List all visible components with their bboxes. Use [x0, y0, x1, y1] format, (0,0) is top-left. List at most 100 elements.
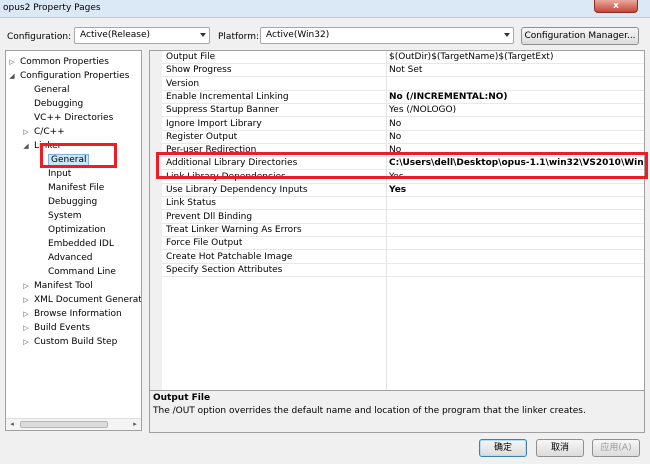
tree-item-vc-directories[interactable]: VC++ Directories — [34, 111, 113, 125]
close-button[interactable]: x — [594, 0, 638, 13]
ok-button[interactable]: 确定 — [479, 439, 527, 457]
property-name: Output File — [166, 52, 216, 62]
expander-icon[interactable]: ▷ — [22, 321, 30, 335]
tree-item-label: Optimization — [48, 225, 106, 235]
tree-item-label: Embedded IDL — [48, 239, 114, 249]
property-row[interactable]: Enable Incremental Linking No (/INCREMENT… — [162, 91, 644, 104]
property-pages-dialog: Configuration: Active(Release) Platform:… — [0, 18, 650, 464]
description-title: Output File — [153, 393, 211, 403]
expander-icon[interactable]: ▷ — [22, 125, 30, 139]
configuration-dropdown[interactable]: Active(Release) — [74, 27, 210, 44]
tree-item-linker-embedded-idl[interactable]: Embedded IDL — [48, 237, 114, 251]
property-row[interactable]: Specify Section Attributes — [162, 264, 644, 277]
property-value[interactable]: Not Set — [389, 65, 644, 75]
tree-item-linker-system[interactable]: System — [48, 209, 82, 223]
configuration-value: Active(Release) — [80, 30, 151, 40]
property-row[interactable]: Suppress Startup Banner Yes (/NOLOGO) — [162, 104, 644, 118]
platform-dropdown[interactable]: Active(Win32) — [260, 27, 514, 44]
property-value[interactable]: $(OutDir)$(TargetName)$(TargetExt) — [389, 52, 644, 62]
expander-icon[interactable]: ▷ — [22, 293, 30, 307]
window-title: opus2 Property Pages — [3, 3, 101, 13]
highlight-box-linker-general — [40, 143, 117, 168]
tree-item-c-cpp[interactable]: ▷ C/C++ — [23, 125, 65, 139]
tree-item-label: Manifest File — [48, 183, 105, 193]
property-value[interactable]: No — [389, 119, 644, 129]
tree-item-linker-debugging[interactable]: Debugging — [48, 195, 97, 209]
property-row[interactable]: Register Output No — [162, 131, 644, 144]
property-value[interactable]: No — [389, 132, 644, 142]
tree-item-linker-command-line[interactable]: Command Line — [48, 265, 116, 279]
property-name: Force File Output — [166, 238, 243, 249]
property-value[interactable]: Yes — [389, 185, 644, 195]
configuration-manager-button[interactable]: Configuration Manager... — [521, 27, 639, 45]
title-bar: opus2 Property Pages x — [0, 0, 650, 18]
property-row[interactable]: Create Hot Patchable Image — [162, 251, 644, 264]
grid-gutter — [150, 51, 162, 399]
property-name: Create Hot Patchable Image — [166, 251, 293, 262]
property-value[interactable]: Yes (/NOLOGO) — [389, 105, 644, 115]
tree-item-label: System — [48, 211, 82, 221]
property-name: Suppress Startup Banner — [166, 105, 279, 116]
tree-item-xml-document-generator[interactable]: ▷ XML Document Generat — [23, 293, 141, 307]
tree-item-linker-manifest-file[interactable]: Manifest File — [48, 181, 104, 195]
tree-item-label: Command Line — [48, 267, 116, 277]
scrollbar-thumb[interactable] — [20, 421, 108, 428]
expander-icon[interactable]: ◢ — [22, 139, 30, 153]
property-row[interactable]: Force File Output — [162, 237, 644, 251]
tree-item-manifest-tool[interactable]: ▷ Manifest Tool — [23, 279, 92, 293]
tree-item-label: Input — [48, 169, 72, 179]
close-icon: x — [613, 1, 619, 11]
property-name: Prevent Dll Binding — [166, 211, 253, 222]
property-row[interactable]: Prevent Dll Binding — [162, 211, 644, 224]
tree-item-configuration-properties[interactable]: ◢ Configuration Properties — [9, 69, 130, 83]
tree-item-label: General — [34, 85, 70, 95]
tree-item-linker-advanced[interactable]: Advanced — [48, 251, 92, 265]
property-row[interactable]: Treat Linker Warning As Errors — [162, 224, 644, 237]
expander-icon[interactable]: ▷ — [22, 307, 30, 321]
scroll-right-icon[interactable]: ▸ — [129, 419, 141, 430]
property-name: Enable Incremental Linking — [166, 91, 289, 102]
property-name: Link Status — [166, 198, 216, 209]
expander-icon[interactable]: ▷ — [8, 55, 16, 69]
property-value[interactable]: No (/INCREMENTAL:NO) — [389, 92, 644, 102]
tree-item-custom-build-step[interactable]: ▷ Custom Build Step — [23, 335, 118, 349]
property-row[interactable]: Version — [162, 78, 644, 91]
property-row[interactable]: Output File $(OutDir)$(TargetName)$(Targe… — [162, 51, 644, 64]
chevron-down-icon — [504, 33, 510, 37]
expander-icon[interactable]: ▷ — [22, 279, 30, 293]
property-row[interactable]: Show Progress Not Set — [162, 64, 644, 78]
tree-item-browse-information[interactable]: ▷ Browse Information — [23, 307, 122, 321]
scroll-left-icon[interactable]: ◂ — [6, 419, 18, 430]
property-row[interactable]: Use Library Dependency Inputs Yes — [162, 184, 644, 197]
platform-label: Platform: — [218, 32, 259, 42]
property-name: Register Output — [166, 131, 238, 142]
apply-button[interactable]: 应用(A) — [592, 439, 640, 457]
tree-item-debugging[interactable]: Debugging — [34, 97, 83, 111]
tree-item-label: Debugging — [48, 197, 98, 207]
tree-item-linker-optimization[interactable]: Optimization — [48, 223, 106, 237]
expander-icon[interactable]: ◢ — [8, 69, 16, 83]
tree-item-linker-input[interactable]: Input — [48, 167, 71, 181]
highlight-box-additional-library-directories — [156, 152, 648, 179]
tree-item-build-events[interactable]: ▷ Build Events — [23, 321, 90, 335]
tree-item-label: C/C++ — [34, 127, 65, 137]
description-panel: Output File The /OUT option overrides th… — [149, 390, 645, 433]
tree-item-general[interactable]: General — [34, 83, 69, 97]
tree-item-label: Custom Build Step — [34, 337, 118, 347]
tree-horizontal-scrollbar[interactable]: ◂ ▸ — [6, 418, 141, 430]
tree-item-label: Browse Information — [34, 309, 122, 319]
expander-icon[interactable]: ▷ — [22, 335, 30, 349]
property-name: Version — [166, 78, 200, 89]
property-grid: Output File $(OutDir)$(TargetName)$(Targe… — [149, 50, 645, 400]
property-row[interactable]: Link Status — [162, 197, 644, 211]
tree-item-label: Build Events — [34, 323, 90, 333]
property-name: Use Library Dependency Inputs — [166, 185, 308, 195]
property-name: Specify Section Attributes — [166, 264, 283, 275]
tree-item-label: Common Properties — [20, 57, 109, 67]
cancel-button[interactable]: 取消 — [536, 439, 584, 457]
tree-item-label: Configuration Properties — [20, 71, 130, 81]
property-tree: ▷ Common Properties ◢ Configuration Propert… — [5, 50, 142, 431]
tree-item-common-properties[interactable]: ▷ Common Properties — [9, 55, 109, 69]
platform-value: Active(Win32) — [266, 30, 330, 40]
property-row[interactable]: Ignore Import Library No — [162, 118, 644, 131]
